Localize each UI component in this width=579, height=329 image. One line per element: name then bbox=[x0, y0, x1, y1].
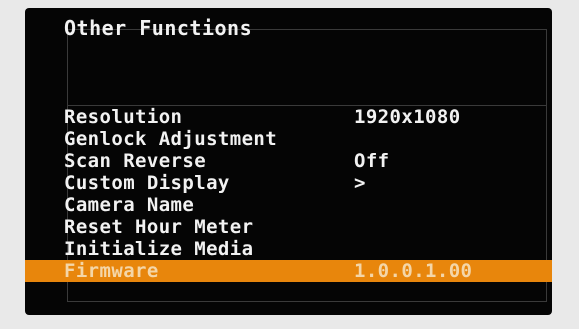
firmware-version-value: 1.0.0.1.00 bbox=[354, 260, 473, 282]
menu-item-scan-reverse[interactable]: Scan Reverse Off bbox=[25, 150, 552, 172]
menu-item-custom-display[interactable]: Custom Display > bbox=[25, 172, 552, 194]
menu-item-reset-hour-meter[interactable]: Reset Hour Meter bbox=[25, 216, 552, 238]
menu-item-camera-name[interactable]: Camera Name bbox=[25, 194, 552, 216]
menu-item-label: Genlock Adjustment bbox=[64, 128, 278, 150]
menu-item-label: Resolution bbox=[64, 106, 183, 128]
menu-item-label: Custom Display bbox=[64, 172, 230, 194]
menu-item-resolution[interactable]: Resolution 1920x1080 bbox=[25, 106, 552, 128]
menu-item-label: Initialize Media bbox=[64, 238, 254, 260]
menu-list: Resolution 1920x1080 Genlock Adjustment … bbox=[25, 106, 552, 282]
menu-title: Other Functions bbox=[64, 16, 253, 40]
monitor-screen: Other Functions Resolution 1920x1080 Gen… bbox=[25, 8, 552, 315]
menu-item-value: 1920x1080 bbox=[354, 106, 461, 128]
menu-item-label: Firmware bbox=[64, 260, 159, 282]
menu-item-initialize-media[interactable]: Initialize Media bbox=[25, 238, 552, 260]
submenu-chevron-icon: > bbox=[354, 172, 366, 194]
menu-item-label: Reset Hour Meter bbox=[64, 216, 254, 238]
menu-item-label: Camera Name bbox=[64, 194, 195, 216]
monitor-bezel: Other Functions Resolution 1920x1080 Gen… bbox=[0, 0, 579, 329]
menu-item-label: Scan Reverse bbox=[64, 150, 207, 172]
menu-item-genlock-adjustment[interactable]: Genlock Adjustment bbox=[25, 128, 552, 150]
menu-item-firmware[interactable]: Firmware 1.0.0.1.00 bbox=[25, 260, 552, 282]
menu-item-value: Off bbox=[354, 150, 390, 172]
